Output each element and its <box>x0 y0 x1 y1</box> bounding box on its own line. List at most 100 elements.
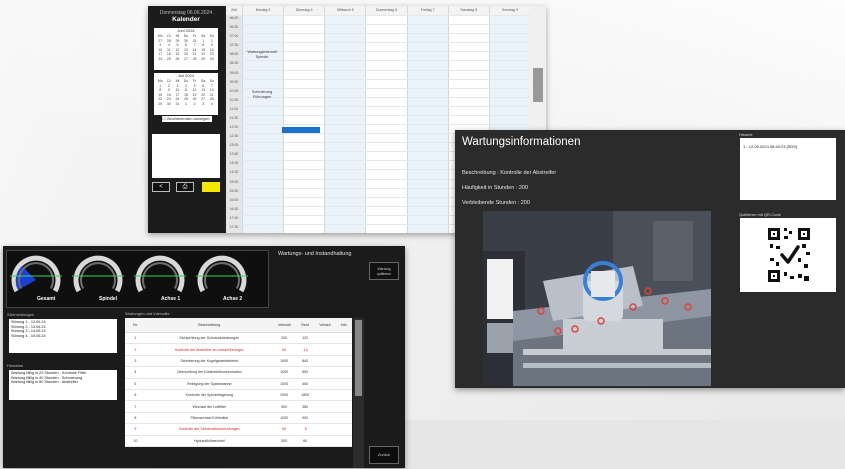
table-cell-empty[interactable] <box>314 366 336 379</box>
mini-month-day[interactable]: 27 <box>182 57 191 62</box>
mini-month-july[interactable]: Juli 2024 Mo Di Mi Do Fr Sa So 1 2 3 4 5 6 7 8 9 10 11 12 1… <box>154 73 218 115</box>
calendar-sidebar: Donnerstag 06.06.2024 Kalender Juni 2024… <box>148 6 224 233</box>
day-header[interactable]: Donnerstag 6 <box>365 6 407 15</box>
column-header[interactable]: Beschreibung <box>145 318 273 333</box>
time-label: 13:00 <box>229 143 239 148</box>
table-cell-empty[interactable] <box>335 423 352 436</box>
mini-month-day[interactable]: 24 <box>156 57 165 62</box>
table-cell-empty[interactable] <box>314 435 336 447</box>
table-cell-empty[interactable] <box>335 366 352 379</box>
day-header[interactable]: Mittwoch 5 <box>324 6 366 15</box>
table-cell-empty[interactable] <box>335 400 352 413</box>
column-header[interactable]: Verlauf <box>314 318 336 333</box>
day-header[interactable]: Samstag 8 <box>447 6 489 15</box>
day-header[interactable]: Montag 3 <box>242 6 284 15</box>
day-header[interactable]: Freitag 7 <box>406 6 448 15</box>
table-cell-empty[interactable] <box>314 423 336 436</box>
weekend-checkbox-label: Wochenenden anzeigen <box>166 116 210 121</box>
table-row[interactable]: 7 Wechsel der Luftfilter 500 380 <box>125 400 352 413</box>
qr-code-panel[interactable] <box>740 218 836 292</box>
mini-month-day[interactable]: 3 <box>199 102 208 107</box>
table-cell-empty[interactable] <box>314 378 336 390</box>
table-title: Wartungen und Intervalle <box>125 311 170 316</box>
back-button[interactable]: < <box>152 182 170 192</box>
messages-list[interactable]: Störung 1 - 12.06.24 Störung 2 - 13.06.2… <box>9 319 117 353</box>
mini-month-day[interactable]: 4 <box>207 102 216 107</box>
time-label: 13:30 <box>229 152 239 157</box>
table-cell-empty[interactable] <box>335 435 352 447</box>
table-row[interactable]: 5 Reinigung der Spänewanne 1000 460 <box>125 378 352 390</box>
print-button[interactable]: ⎙ <box>176 182 194 192</box>
acknowledge-button[interactable]: Wartung quittieren <box>369 262 399 280</box>
table-cell-empty[interactable] <box>314 355 336 368</box>
grid-line <box>242 78 530 80</box>
back-button[interactable]: Zurück <box>369 446 399 464</box>
grid-line <box>242 87 530 89</box>
mini-month-grid[interactable]: Mo Di Mi Do Fr Sa So 1 2 3 4 5 6 7 8 9 10 11 12 13 14 15 16 17 1… <box>154 79 218 106</box>
note-field[interactable] <box>152 134 220 178</box>
calendar-event[interactable]: Schmierung Führungen <box>243 90 281 99</box>
history-entry[interactable]: 1 - 12.06.2024 08:40:23 [SDS] <box>743 144 797 149</box>
message-item[interactable]: Störung 4 - 15.06.24 <box>11 334 115 339</box>
table-row[interactable]: 10 Hydraulikölwechsel 300 60 <box>125 435 352 447</box>
time-label: 14:30 <box>229 170 239 175</box>
table-row[interactable]: 4 Überprüfung der Kühlmittelkonzentration… <box>125 366 352 379</box>
table-row[interactable]: 6 Kontrolle der Spindellagerung 2000 1800 <box>125 389 352 402</box>
time-label: 07:30 <box>229 43 239 48</box>
time-label: 06:30 <box>229 25 239 30</box>
table-row[interactable]: 3 Schmierung der Kugelgewindetriebe 1000 84… <box>125 355 352 368</box>
mini-month-day[interactable]: 30 <box>207 57 216 62</box>
table-cell-rest: 120 <box>295 332 315 345</box>
table-cell-empty[interactable] <box>314 332 336 345</box>
calendar-event[interactable]: Wartungsintervall Spindel <box>243 50 281 59</box>
selected-time-slot[interactable] <box>282 127 320 133</box>
mini-month-day[interactable]: 31 <box>173 102 182 107</box>
mini-month-day[interactable]: 29 <box>156 102 165 107</box>
grid-line <box>242 96 530 98</box>
table-cell-empty[interactable] <box>335 389 352 402</box>
table-cell-empty[interactable] <box>314 389 336 402</box>
column-header[interactable]: Intervall <box>272 318 296 333</box>
table-cell-empty[interactable] <box>335 378 352 390</box>
maintenance-window: Wartungsinformationen Beschreibung : Kon… <box>455 130 845 388</box>
weekend-checkbox[interactable]: ☐ Wochenenden anzeigen <box>162 116 212 122</box>
mini-month-june[interactable]: Juni 2024 Mo Di Mi Do Fr Sa So 27 28 29 30 31 1 2 3 4 5 6… <box>154 28 218 70</box>
column-header[interactable]: Info <box>335 318 352 333</box>
table-cell-empty[interactable] <box>314 412 336 425</box>
scrollbar-thumb[interactable] <box>533 68 543 102</box>
mini-month-day[interactable]: 2 <box>190 102 199 107</box>
mini-month-day[interactable]: 28 <box>190 57 199 62</box>
table-cell-interval: 1000 <box>272 378 296 390</box>
table-row[interactable]: 1 Sichtprüfung der Schutzabdeckungen 200 12… <box>125 332 352 345</box>
table-scrollbar[interactable] <box>353 318 364 468</box>
color-button[interactable] <box>202 182 220 192</box>
info-list[interactable]: Wartung fällig in 20 Stunden - Kontrolle… <box>9 370 117 400</box>
table-cell-empty[interactable] <box>314 400 336 413</box>
mini-month-day[interactable]: 30 <box>165 102 174 107</box>
column-header[interactable]: Rest <box>295 318 315 333</box>
column-header[interactable]: Nr. <box>125 318 146 333</box>
mini-month-day[interactable]: 1 <box>182 102 191 107</box>
table-row[interactable]: 8 Filterwechsel Kühlmittel 1000 900 <box>125 412 352 425</box>
table-row[interactable]: 9 Kontrolle der Sicherheitseinrichtungen 5… <box>125 423 352 436</box>
table-cell-empty[interactable] <box>335 412 352 425</box>
mini-month-day[interactable]: 26 <box>173 57 182 62</box>
day-header[interactable]: Dienstag 4 <box>283 6 325 15</box>
table-cell-empty[interactable] <box>314 343 336 356</box>
table-cell-empty[interactable] <box>335 332 352 345</box>
table-cell-rest: -10 <box>295 343 315 356</box>
time-label: 15:00 <box>229 179 239 184</box>
grid-line <box>242 114 530 116</box>
mini-month-day[interactable]: 25 <box>165 57 174 62</box>
scrollbar-thumb[interactable] <box>355 320 362 396</box>
table-cell-desc: Schmierung der Kugelgewindetriebe <box>145 355 273 368</box>
mini-month-day[interactable]: 29 <box>199 57 208 62</box>
table-cell-empty[interactable] <box>335 355 352 368</box>
history-list[interactable]: 1 - 12.06.2024 08:40:23 [SDS] <box>740 138 836 200</box>
mini-month-grid[interactable]: Mo Di Mi Do Fr Sa So 27 28 29 30 31 1 2 3 4 5 6 7 8 9 10 11 12 1… <box>154 34 218 61</box>
day-header[interactable]: Sonntag 9 <box>488 6 530 15</box>
table-cell-empty[interactable] <box>335 343 352 356</box>
background-band <box>360 420 845 469</box>
table-row[interactable]: 2 Kontrolle der Abstreifer an Linearführu… <box>125 343 352 356</box>
table-cell-interval: 1000 <box>272 355 296 368</box>
